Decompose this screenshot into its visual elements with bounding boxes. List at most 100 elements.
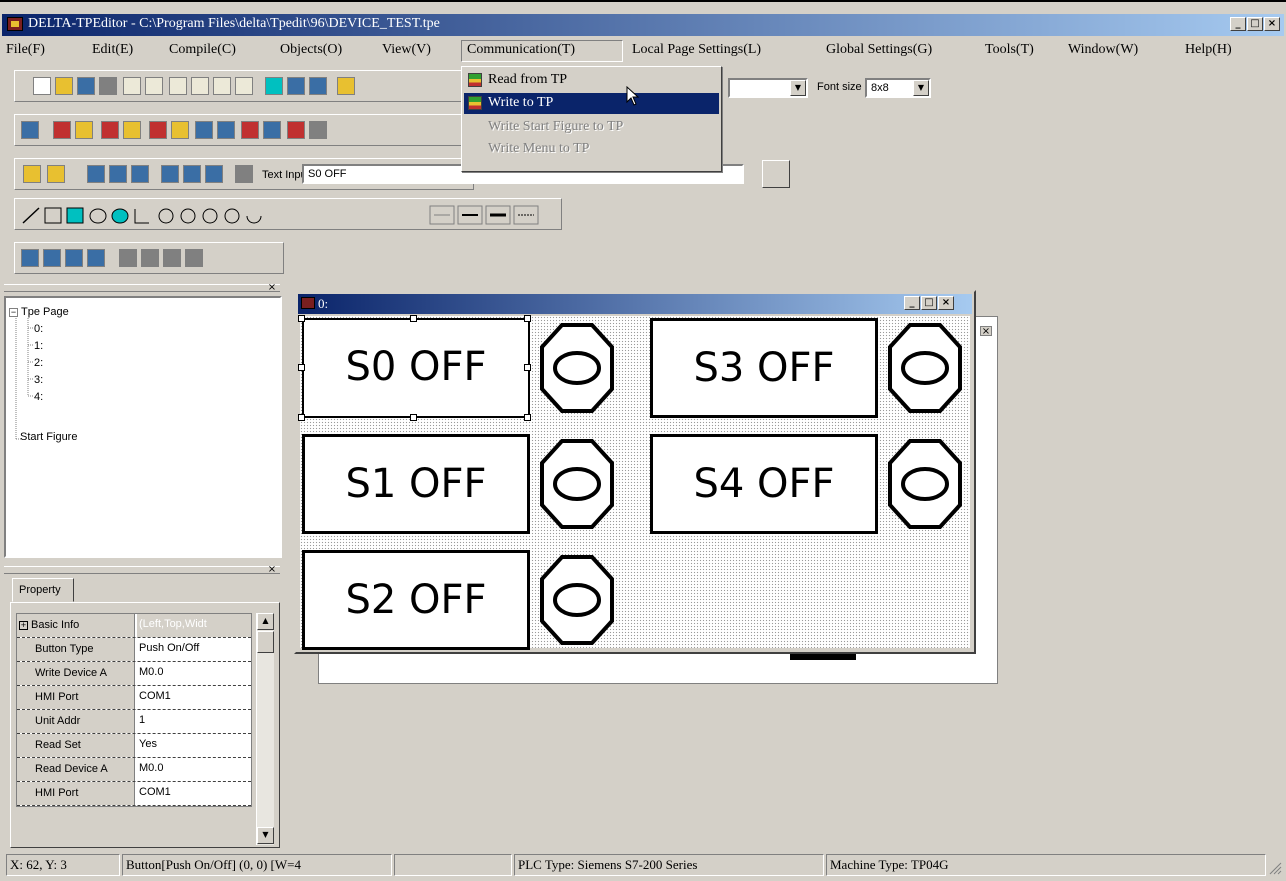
- menu-local-page-settings[interactable]: Local Page Settings(L): [632, 42, 761, 58]
- lamp-object-icon[interactable]: [75, 121, 93, 139]
- menu-tools[interactable]: Tools(T): [985, 42, 1034, 58]
- lamp-icon[interactable]: [540, 323, 614, 413]
- scroll-thumb[interactable]: [257, 631, 274, 653]
- close-button[interactable]: ×: [1264, 17, 1280, 31]
- new-file-icon[interactable]: [33, 77, 51, 95]
- figure-icon[interactable]: [309, 77, 327, 95]
- same-height-icon[interactable]: [87, 249, 105, 267]
- menu-file[interactable]: File(F): [6, 42, 45, 58]
- center-v-icon[interactable]: [185, 249, 203, 267]
- menu-help[interactable]: Help(H): [1185, 42, 1232, 58]
- numeric-object-icon[interactable]: [101, 121, 119, 139]
- hmi-button-s4[interactable]: S4 OFF: [650, 434, 878, 534]
- recipe-object-icon[interactable]: [287, 121, 305, 139]
- space-v-icon[interactable]: [141, 249, 159, 267]
- same-width-icon[interactable]: [65, 249, 83, 267]
- communication-icon[interactable]: [337, 77, 355, 95]
- delete-icon[interactable]: [169, 77, 187, 95]
- center-h-icon[interactable]: [163, 249, 181, 267]
- tab-property[interactable]: Property: [12, 578, 74, 602]
- menu-global-settings[interactable]: Global Settings(G): [826, 42, 932, 58]
- align-right-icon[interactable]: [131, 165, 149, 183]
- lamp-icon[interactable]: [888, 323, 962, 413]
- lamp-icon[interactable]: [540, 439, 614, 529]
- selection-handle[interactable]: [524, 315, 531, 322]
- list-object-icon[interactable]: [263, 121, 281, 139]
- design-canvas[interactable]: S0 OFF S1 OFF S2 OFF S3 OFF S4 OFF: [298, 315, 970, 650]
- maximize-button[interactable]: □: [1247, 17, 1263, 31]
- bring-front-icon[interactable]: [21, 249, 39, 267]
- maximize-button[interactable]: □: [921, 296, 937, 310]
- property-row[interactable]: Button Type Push On/Off: [17, 638, 251, 662]
- paste-icon[interactable]: [235, 77, 253, 95]
- minimize-button[interactable]: _: [1230, 17, 1246, 31]
- align-left-icon[interactable]: [87, 165, 105, 183]
- chevron-down-icon[interactable]: ▼: [790, 80, 806, 96]
- meter-object-icon[interactable]: [123, 121, 141, 139]
- menu-objects[interactable]: Objects(O): [280, 42, 342, 58]
- property-row[interactable]: + Basic Info (Left,Top,Widt: [17, 614, 251, 638]
- bar-object-icon[interactable]: [217, 121, 235, 139]
- menu-item-read-from-tp[interactable]: Read from TP: [464, 70, 719, 91]
- property-row[interactable]: Read Set Yes: [17, 734, 251, 758]
- cut-icon[interactable]: [191, 77, 209, 95]
- draw-tools-icon[interactable]: [19, 205, 369, 227]
- hmi-button-s0[interactable]: S0 OFF: [302, 318, 530, 418]
- resize-grip-icon[interactable]: [1268, 861, 1282, 875]
- compile-icon[interactable]: [265, 77, 283, 95]
- resize-icon[interactable]: [47, 165, 65, 183]
- menu-compile[interactable]: Compile(C): [169, 42, 236, 58]
- property-scrollbar[interactable]: ▲ ▼: [256, 613, 274, 845]
- menu-window[interactable]: Window(W): [1068, 42, 1138, 58]
- selection-handle[interactable]: [410, 315, 417, 322]
- align-bottom-icon[interactable]: [205, 165, 223, 183]
- close-icon[interactable]: ×: [266, 283, 278, 293]
- align-center-icon[interactable]: [109, 165, 127, 183]
- property-value[interactable]: Yes: [137, 734, 251, 757]
- chart-object-icon[interactable]: [171, 121, 189, 139]
- property-value[interactable]: Push On/Off: [137, 638, 251, 661]
- property-row[interactable]: Read Device A M0.0: [17, 758, 251, 782]
- open-file-icon[interactable]: [55, 77, 73, 95]
- selection-handle[interactable]: [298, 414, 305, 421]
- text-apply-button[interactable]: [762, 160, 790, 188]
- graph-object-icon[interactable]: [149, 121, 167, 139]
- select-arrow-icon[interactable]: [21, 121, 39, 139]
- space-h-icon[interactable]: [119, 249, 137, 267]
- send-back-icon[interactable]: [43, 249, 61, 267]
- property-row[interactable]: Write Device A M0.0: [17, 662, 251, 686]
- bitmap-object-icon[interactable]: [195, 121, 213, 139]
- align-middle-icon[interactable]: [183, 165, 201, 183]
- close-button[interactable]: ×: [938, 296, 954, 310]
- align-top-icon[interactable]: [161, 165, 179, 183]
- menu-item-write-to-tp[interactable]: Write to TP: [464, 93, 719, 114]
- save-icon[interactable]: [77, 77, 95, 95]
- keypad-object-icon[interactable]: [309, 121, 327, 139]
- hmi-button-s2[interactable]: S2 OFF: [302, 550, 530, 650]
- lamp-icon[interactable]: [540, 555, 614, 645]
- font-size-select[interactable]: 8x8 ▼: [865, 78, 931, 98]
- property-row[interactable]: HMI Port COM1: [17, 686, 251, 710]
- alarm-object-icon[interactable]: [241, 121, 259, 139]
- lamp-icon[interactable]: [888, 439, 962, 529]
- property-value[interactable]: COM1: [137, 686, 251, 709]
- page-icon[interactable]: [287, 77, 305, 95]
- selection-handle[interactable]: [524, 364, 531, 371]
- font-select[interactable]: ▼: [728, 78, 808, 98]
- property-value[interactable]: COM1: [137, 782, 251, 805]
- format-icon[interactable]: [235, 165, 253, 183]
- selection-handle[interactable]: [410, 414, 417, 421]
- expand-icon[interactable]: +: [19, 621, 28, 630]
- menu-communication[interactable]: Communication(T): [467, 42, 575, 58]
- selection-handle[interactable]: [298, 364, 305, 371]
- print-icon[interactable]: [99, 77, 117, 95]
- property-value[interactable]: M0.0: [137, 758, 251, 781]
- scroll-down-icon[interactable]: ▼: [257, 827, 274, 844]
- menu-edit[interactable]: Edit(E): [92, 42, 133, 58]
- undo-icon[interactable]: [123, 77, 141, 95]
- move-icon[interactable]: [23, 165, 41, 183]
- property-row[interactable]: Unit Addr 1: [17, 710, 251, 734]
- scroll-up-icon[interactable]: ▲: [257, 613, 274, 630]
- hmi-button-s1[interactable]: S1 OFF: [302, 434, 530, 534]
- property-row[interactable]: HMI Port COM1: [17, 782, 251, 806]
